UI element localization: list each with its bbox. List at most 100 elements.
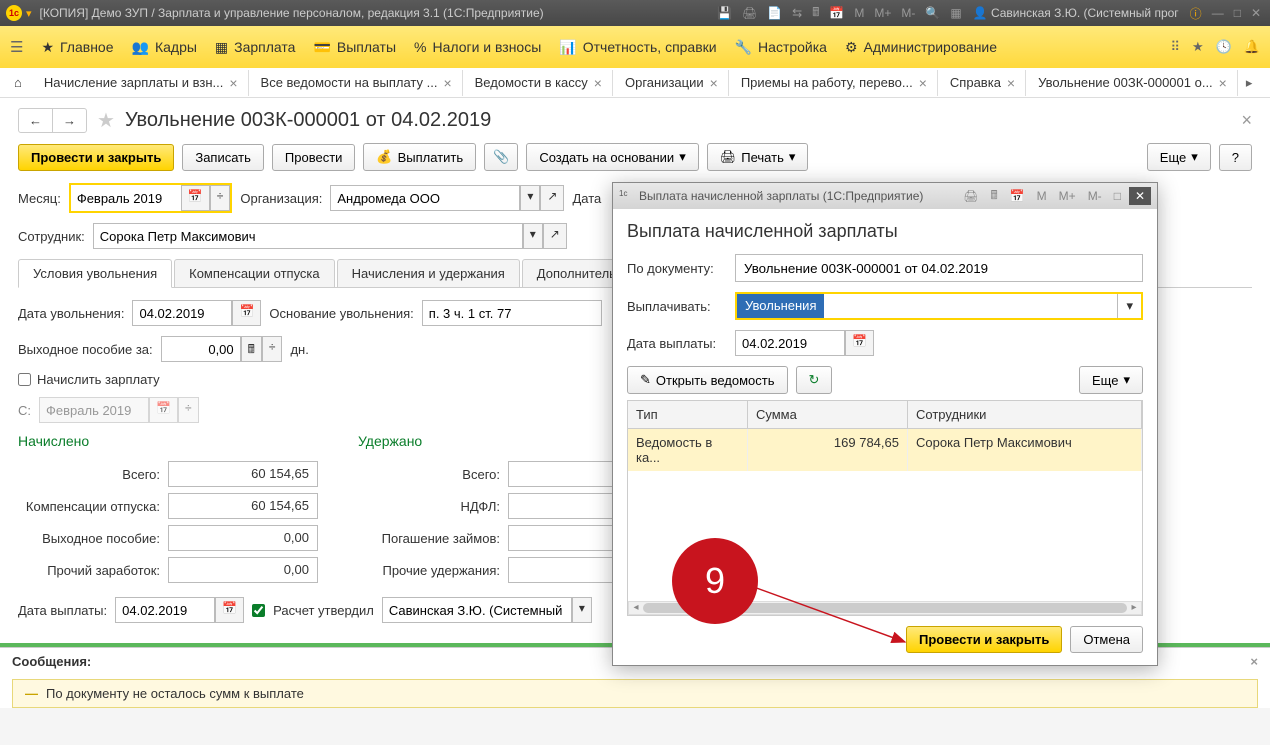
close-icon[interactable]: × bbox=[594, 75, 602, 91]
maximize-icon[interactable]: □ bbox=[1231, 6, 1244, 20]
user-label[interactable]: 👤 Савинская З.Ю. (Системный прог bbox=[973, 6, 1179, 20]
close-icon[interactable]: × bbox=[710, 75, 718, 91]
org-input[interactable] bbox=[330, 185, 520, 211]
minimize-icon[interactable]: — bbox=[1209, 6, 1227, 20]
close-messages-icon[interactable]: × bbox=[1250, 654, 1258, 669]
info-icon[interactable]: ⓘ bbox=[1187, 5, 1205, 22]
compare-icon[interactable]: ⇆ bbox=[789, 6, 805, 20]
maximize-icon[interactable]: □ bbox=[1110, 187, 1125, 205]
close-icon[interactable]: × bbox=[229, 75, 237, 91]
menu-kadry[interactable]: 👥Кадры bbox=[132, 39, 197, 56]
popup-paydate-input[interactable] bbox=[735, 330, 845, 356]
message-row[interactable]: — По документу не осталось сумм к выплат… bbox=[12, 679, 1258, 708]
print-icon[interactable]: 🖨 bbox=[739, 6, 760, 20]
m-plus-icon[interactable]: M+ bbox=[1055, 187, 1080, 205]
close-icon[interactable]: × bbox=[1007, 75, 1015, 91]
help-button[interactable]: ? bbox=[1219, 144, 1252, 171]
menu-otchet[interactable]: 📊Отчетность, справки bbox=[559, 39, 716, 56]
create-based-button[interactable]: Создать на основании ▾ bbox=[526, 143, 698, 171]
refresh-button[interactable]: ↻ bbox=[796, 366, 833, 394]
popup-more-button[interactable]: Еще ▾ bbox=[1079, 366, 1143, 394]
doc-icon[interactable]: 📄 bbox=[764, 6, 785, 20]
close-icon[interactable]: × bbox=[919, 75, 927, 91]
dropdown-icon[interactable]: ▾ bbox=[523, 223, 543, 249]
menu-zarplata[interactable]: ▦Зарплата bbox=[215, 39, 296, 56]
pay-button[interactable]: 💰 Выплатить bbox=[363, 143, 476, 171]
subtab-compensations[interactable]: Компенсации отпуска bbox=[174, 259, 335, 287]
m-icon[interactable]: M bbox=[1033, 187, 1051, 205]
m-plus-icon[interactable]: M+ bbox=[871, 6, 894, 20]
tab-1[interactable]: Все ведомости на выплату ...× bbox=[251, 70, 463, 96]
open-vedomost-button[interactable]: ✎ Открыть ведомость bbox=[627, 366, 788, 394]
star-icon[interactable]: ★ bbox=[1192, 39, 1204, 55]
dismiss-date-input[interactable] bbox=[132, 300, 232, 326]
col-type[interactable]: Тип bbox=[628, 401, 748, 428]
back-button[interactable]: ← bbox=[19, 109, 53, 132]
print-icon[interactable]: 🖨 bbox=[959, 187, 982, 205]
calendar-icon[interactable]: 📅 bbox=[1006, 187, 1029, 205]
m-minus-icon[interactable]: M- bbox=[898, 6, 918, 20]
dropdown-icon[interactable]: ▾ bbox=[572, 597, 592, 623]
spinner-icon[interactable]: ÷ bbox=[210, 185, 231, 211]
calendar-icon[interactable]: 📅 bbox=[181, 185, 210, 211]
menu-nalogi[interactable]: %Налоги и взносы bbox=[414, 39, 541, 55]
open-icon[interactable]: ↗ bbox=[540, 185, 564, 211]
tab-5[interactable]: Справка× bbox=[940, 70, 1026, 96]
menu-main[interactable]: ★Главное bbox=[41, 39, 113, 56]
tab-3[interactable]: Организации× bbox=[615, 70, 729, 96]
employee-input[interactable] bbox=[93, 223, 523, 249]
bell-icon[interactable]: 🔔 bbox=[1244, 39, 1260, 55]
tab-2[interactable]: Ведомости в кассу× bbox=[465, 70, 613, 96]
apps-icon[interactable]: ⠿ bbox=[1170, 39, 1180, 55]
tab-6[interactable]: Увольнение 00ЗК-000001 о...× bbox=[1028, 70, 1238, 96]
home-tab[interactable]: ⌂ bbox=[4, 69, 32, 96]
pay-date-input[interactable] bbox=[115, 597, 215, 623]
zoom-icon[interactable]: 🔍 bbox=[922, 6, 943, 20]
grid-icon[interactable]: ▦ bbox=[947, 6, 964, 20]
menu-icon[interactable]: ☰ bbox=[10, 38, 23, 56]
calendar-icon[interactable]: 📅 bbox=[232, 300, 261, 326]
popup-paytype-input[interactable]: Увольнения ▾ bbox=[735, 292, 1143, 320]
post-button[interactable]: Провести bbox=[272, 144, 356, 171]
m-icon[interactable]: M bbox=[851, 6, 867, 20]
nav-arrows-icon[interactable]: ▾ bbox=[26, 7, 32, 20]
menu-nastroika[interactable]: 🔧Настройка bbox=[735, 39, 827, 56]
menu-vyplaty[interactable]: 💳Выплаты bbox=[313, 39, 396, 56]
post-close-button[interactable]: Провести и закрыть bbox=[18, 144, 174, 171]
popup-cancel-button[interactable]: Отмена bbox=[1070, 626, 1143, 653]
scroll-right-icon[interactable]: ▸ bbox=[1127, 602, 1141, 614]
dropdown-icon[interactable]: ▾ bbox=[520, 185, 540, 211]
menu-admin[interactable]: ⚙Администрирование bbox=[845, 39, 997, 56]
close-window-icon[interactable]: ✕ bbox=[1248, 6, 1264, 20]
close-icon[interactable]: × bbox=[1219, 75, 1227, 91]
calendar-icon[interactable]: 📅 bbox=[215, 597, 244, 623]
approved-input[interactable] bbox=[382, 597, 572, 623]
col-emp[interactable]: Сотрудники bbox=[908, 401, 1142, 428]
more-button[interactable]: Еще ▾ bbox=[1147, 143, 1211, 171]
tabs-nav-icon[interactable]: ▸ bbox=[1240, 71, 1259, 95]
col-sum[interactable]: Сумма bbox=[748, 401, 908, 428]
history-icon[interactable]: 🕓 bbox=[1216, 39, 1232, 55]
close-popup-icon[interactable]: ✕ bbox=[1129, 187, 1151, 205]
popup-doc-input[interactable] bbox=[735, 254, 1143, 282]
month-input[interactable] bbox=[71, 185, 181, 211]
calc-icon[interactable]: 🖩 bbox=[987, 184, 1002, 209]
open-icon[interactable]: ↗ bbox=[543, 223, 567, 249]
close-doc-icon[interactable]: × bbox=[1241, 110, 1252, 131]
calendar-icon[interactable]: 📅 bbox=[845, 330, 874, 356]
spinner-icon[interactable]: ÷ bbox=[262, 336, 283, 362]
tab-0[interactable]: Начисление зарплаты и взн...× bbox=[34, 70, 249, 96]
close-icon[interactable]: × bbox=[443, 75, 451, 91]
calc-icon[interactable]: 🖩 bbox=[241, 336, 262, 362]
calendar-icon[interactable]: 📅 bbox=[826, 6, 847, 20]
severance-input[interactable] bbox=[161, 336, 241, 362]
favorite-icon[interactable]: ★ bbox=[97, 108, 115, 133]
print-button[interactable]: 🖨 Печать ▾ bbox=[707, 143, 809, 171]
subtab-accruals[interactable]: Начисления и удержания bbox=[337, 259, 520, 287]
attach-button[interactable]: 📎 bbox=[484, 143, 518, 171]
m-minus-icon[interactable]: M- bbox=[1084, 187, 1106, 205]
save-button[interactable]: Записать bbox=[182, 144, 264, 171]
subtab-conditions[interactable]: Условия увольнения bbox=[18, 259, 172, 288]
dropdown-icon[interactable]: ▾ bbox=[1117, 294, 1141, 318]
calc-salary-checkbox[interactable] bbox=[18, 373, 31, 386]
